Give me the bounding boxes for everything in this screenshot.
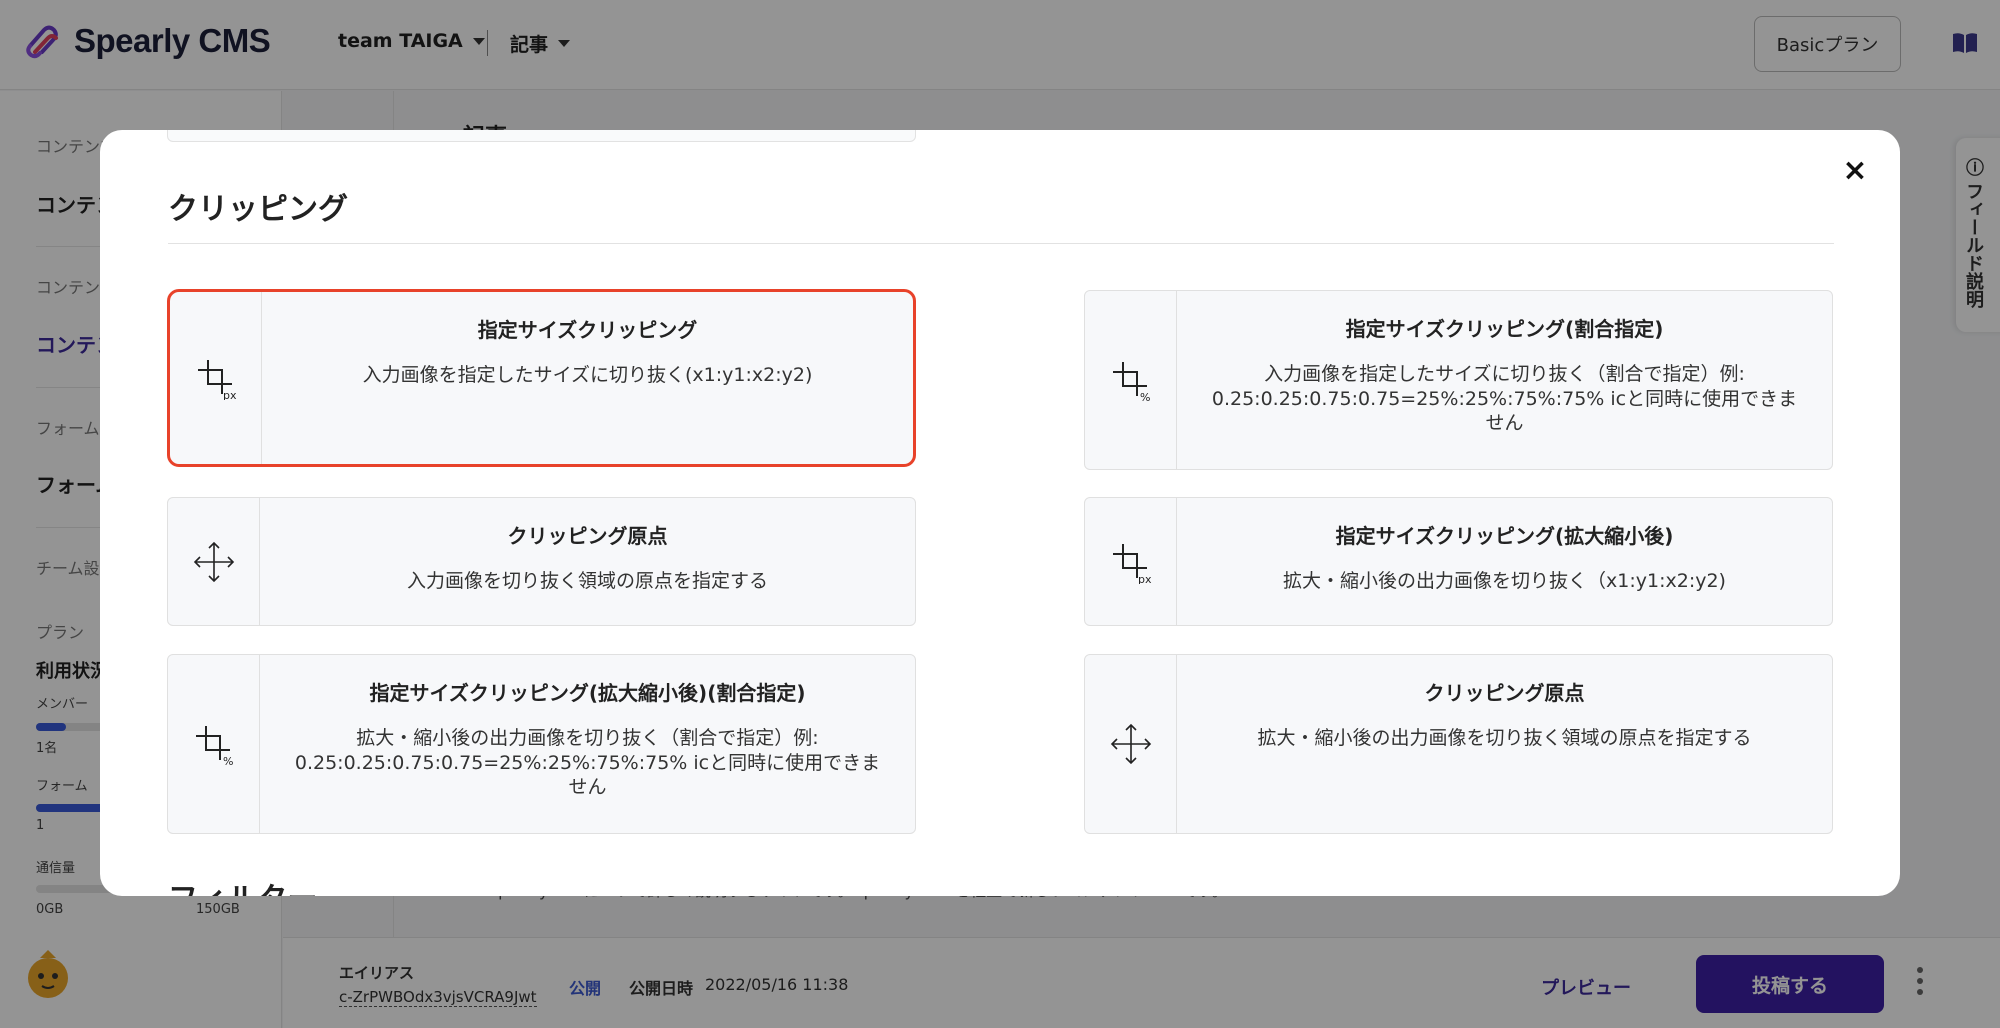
- card-icon-cell: [1085, 655, 1177, 833]
- section-divider: [168, 243, 1834, 244]
- next-section-title: フィルター: [168, 874, 317, 896]
- card-description: 入力画像を切り抜く領域の原点を指定する: [406, 570, 768, 592]
- option-card-clip-origin[interactable]: クリッピング原点 入力画像を切り抜く領域の原点を指定する: [167, 497, 916, 626]
- card-icon-cell: %: [1085, 291, 1177, 469]
- svg-text:%: %: [223, 755, 233, 766]
- card-title: 指定サイズクリッピング(割合指定): [1345, 317, 1664, 341]
- svg-text:px: px: [223, 389, 237, 400]
- card-title: クリッピング原点: [1424, 681, 1585, 705]
- crop-px-icon: px: [197, 360, 237, 400]
- move-origin-icon: [193, 541, 234, 582]
- card-title: 指定サイズクリッピング(拡大縮小後): [1335, 524, 1674, 548]
- close-button[interactable]: ×: [1840, 156, 1870, 186]
- card-description: 拡大・縮小後の出力画像を切り抜く領域の原点を指定する: [1257, 727, 1752, 749]
- card-icon-cell: %: [168, 655, 260, 833]
- crop-percent-icon: %: [195, 726, 233, 766]
- option-card-crop-px[interactable]: px 指定サイズクリッピング 入力画像を指定したサイズに切り抜く(x1:y1:x…: [167, 289, 916, 467]
- card-icon-cell: px: [170, 292, 262, 464]
- function-select-modal: × クリッピング px 指定サイズクリッピング 入力画像を指定したサイズに切り抜…: [100, 130, 1900, 896]
- section-title: クリッピング: [168, 192, 348, 227]
- card-icon-cell: [168, 498, 260, 625]
- card-icon-cell: px: [1085, 498, 1177, 625]
- svg-text:px: px: [1138, 573, 1152, 584]
- option-card-crop-percent-scaled[interactable]: % 指定サイズクリッピング(拡大縮小後)(割合指定) 拡大・縮小後の出力画像を切…: [167, 654, 916, 834]
- crop-percent-icon: %: [1112, 362, 1150, 402]
- move-origin-icon: [1110, 723, 1151, 765]
- crop-px-icon: px: [1112, 543, 1152, 584]
- card-title: クリッピング原点: [507, 524, 668, 548]
- card-description: 拡大・縮小後の出力画像を切り抜く（割合で指定）例: 0.25:0.25:0.75…: [294, 727, 881, 799]
- card-title: 指定サイズクリッピング(拡大縮小後)(割合指定): [369, 681, 806, 705]
- card-description: 拡大・縮小後の出力画像を切り抜く（x1:y1:x2:y2): [1283, 570, 1726, 592]
- card-description: 入力画像を指定したサイズに切り抜く（割合で指定）例: 0.25:0.25:0.7…: [1211, 363, 1798, 435]
- previous-card-peek[interactable]: [167, 130, 916, 142]
- option-card-crop-px-scaled[interactable]: px 指定サイズクリッピング(拡大縮小後) 拡大・縮小後の出力画像を切り抜く（x…: [1084, 497, 1833, 626]
- option-card-clip-origin-scaled[interactable]: クリッピング原点 拡大・縮小後の出力画像を切り抜く領域の原点を指定する: [1084, 654, 1833, 834]
- svg-text:%: %: [1140, 391, 1150, 402]
- card-description: 入力画像を指定したサイズに切り抜く(x1:y1:x2:y2): [362, 364, 813, 386]
- card-title: 指定サイズクリッピング: [477, 318, 698, 342]
- option-card-crop-percent[interactable]: % 指定サイズクリッピング(割合指定) 入力画像を指定したサイズに切り抜く（割合…: [1084, 290, 1833, 470]
